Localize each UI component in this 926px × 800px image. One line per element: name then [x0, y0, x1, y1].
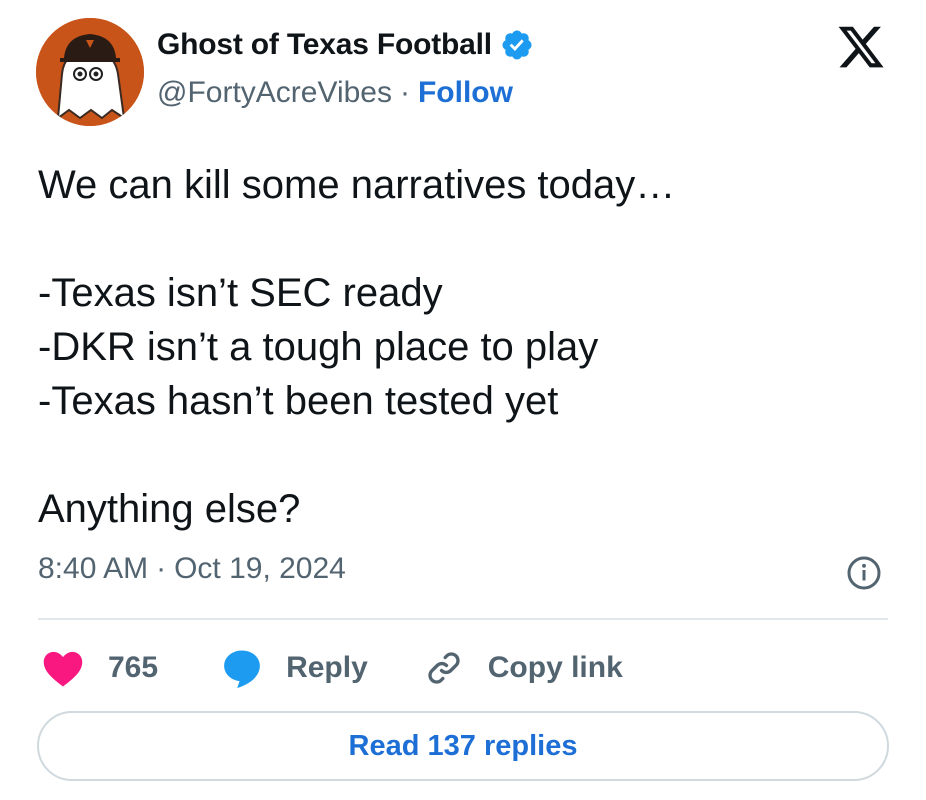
tweet-line: -DKR isn’t a tough place to play	[38, 325, 599, 369]
tweet-line: -Texas hasn’t been tested yet	[38, 379, 559, 423]
author-display-name[interactable]: Ghost of Texas Football	[157, 28, 492, 62]
read-replies-button[interactable]: Read 137 replies	[37, 711, 889, 781]
author-handle-row: @FortyAcreVibes · Follow	[157, 76, 513, 110]
tweet-date: Oct 19, 2024	[174, 552, 346, 585]
copy-link-button[interactable]: Copy link	[424, 648, 623, 688]
handle-separator: ·	[399, 76, 410, 109]
divider	[38, 618, 888, 620]
ghost-avatar-icon[interactable]	[36, 18, 144, 126]
heart-icon	[43, 651, 83, 687]
reply-label: Reply	[286, 651, 368, 684]
copy-link-label: Copy link	[487, 651, 623, 684]
x-logo-icon[interactable]	[836, 22, 886, 72]
reply-button[interactable]: Reply	[220, 647, 368, 689]
action-bar: 765 Reply Copy link	[42, 640, 623, 696]
like-button[interactable]: 765	[42, 648, 158, 688]
verified-badge-icon	[502, 30, 532, 60]
tweet-time: 8:40 AM	[38, 552, 149, 585]
speech-bubble-icon	[224, 650, 260, 688]
meta-separator: ·	[156, 552, 167, 585]
link-icon	[428, 652, 460, 684]
author-handle[interactable]: @FortyAcreVibes	[157, 76, 392, 110]
tweet-line: Anything else?	[38, 487, 301, 531]
info-icon[interactable]	[846, 555, 882, 591]
tweet-line: -Texas isn’t SEC ready	[38, 271, 443, 315]
read-replies-label: Read 137 replies	[348, 729, 578, 762]
tweet-text: We can kill some narratives today… -Texa…	[38, 158, 898, 536]
tweet-embed-card: Ghost of Texas Football @FortyAcreVibes …	[0, 0, 926, 800]
author-name-row: Ghost of Texas Football	[157, 28, 534, 62]
tweet-timestamp[interactable]: 8:40 AM · Oct 19, 2024	[38, 552, 346, 586]
tweet-line: We can kill some narratives today…	[38, 163, 676, 207]
follow-button[interactable]: Follow	[418, 76, 513, 110]
like-count: 765	[108, 651, 159, 684]
